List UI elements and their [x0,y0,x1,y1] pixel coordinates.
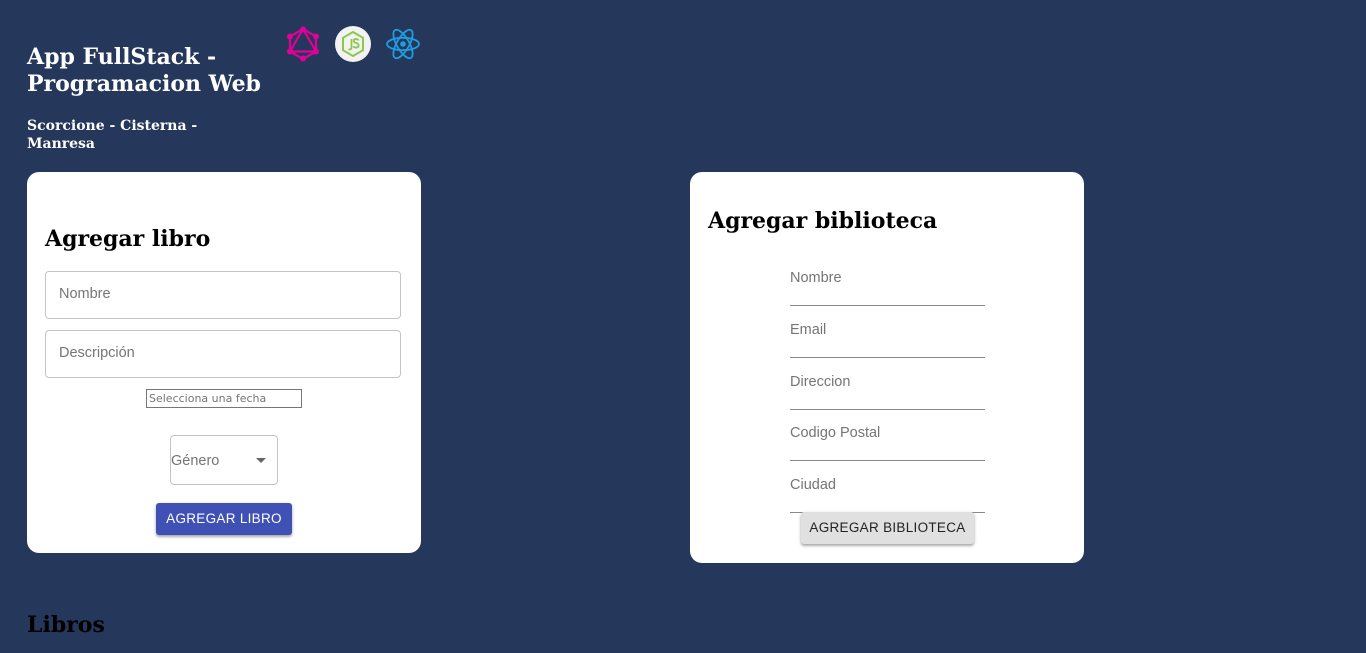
add-library-card: Agregar biblioteca Nombre Email Direccio… [690,172,1084,563]
dropdown-arrow-icon [256,458,266,463]
book-date-input[interactable]: Selecciona una fecha [146,389,302,408]
library-email-placeholder: Email [790,322,827,338]
library-address-input[interactable]: Direccion [790,374,985,410]
library-city-placeholder: Ciudad [790,477,836,493]
add-library-button[interactable]: AGREGAR BIBLIOTECA [801,512,974,544]
book-description-input[interactable]: Descripción [45,330,401,378]
library-name-input[interactable]: Nombre [790,270,985,306]
books-section-title: Libros [27,612,105,638]
library-city-input[interactable]: Ciudad [790,477,985,513]
library-postal-code-input[interactable]: Codigo Postal [790,425,985,461]
book-date-placeholder: Selecciona una fecha [149,392,267,405]
genre-select-label: Género [171,453,220,469]
book-description-placeholder: Descripción [59,345,135,361]
genre-select[interactable]: Género [170,435,278,485]
book-name-input[interactable]: Nombre [45,271,401,319]
library-postal-code-placeholder: Codigo Postal [790,425,881,441]
library-name-placeholder: Nombre [790,270,842,286]
add-book-card: Agregar libro Nombre Descripción Selecci… [27,172,421,553]
add-library-title: Agregar biblioteca [708,208,938,234]
graphql-icon [285,26,321,62]
book-name-placeholder: Nombre [59,286,111,302]
add-book-title: Agregar libro [45,226,211,252]
library-email-input[interactable]: Email [790,322,985,358]
nodejs-icon [335,26,371,62]
library-address-placeholder: Direccion [790,374,851,390]
add-book-button[interactable]: AGREGAR LIBRO [156,503,292,535]
react-icon [385,26,421,62]
app-subtitle: Scorcione - Cisterna - Manresa [27,118,198,152]
app-title: App FullStack - Programacion Web [27,44,261,97]
